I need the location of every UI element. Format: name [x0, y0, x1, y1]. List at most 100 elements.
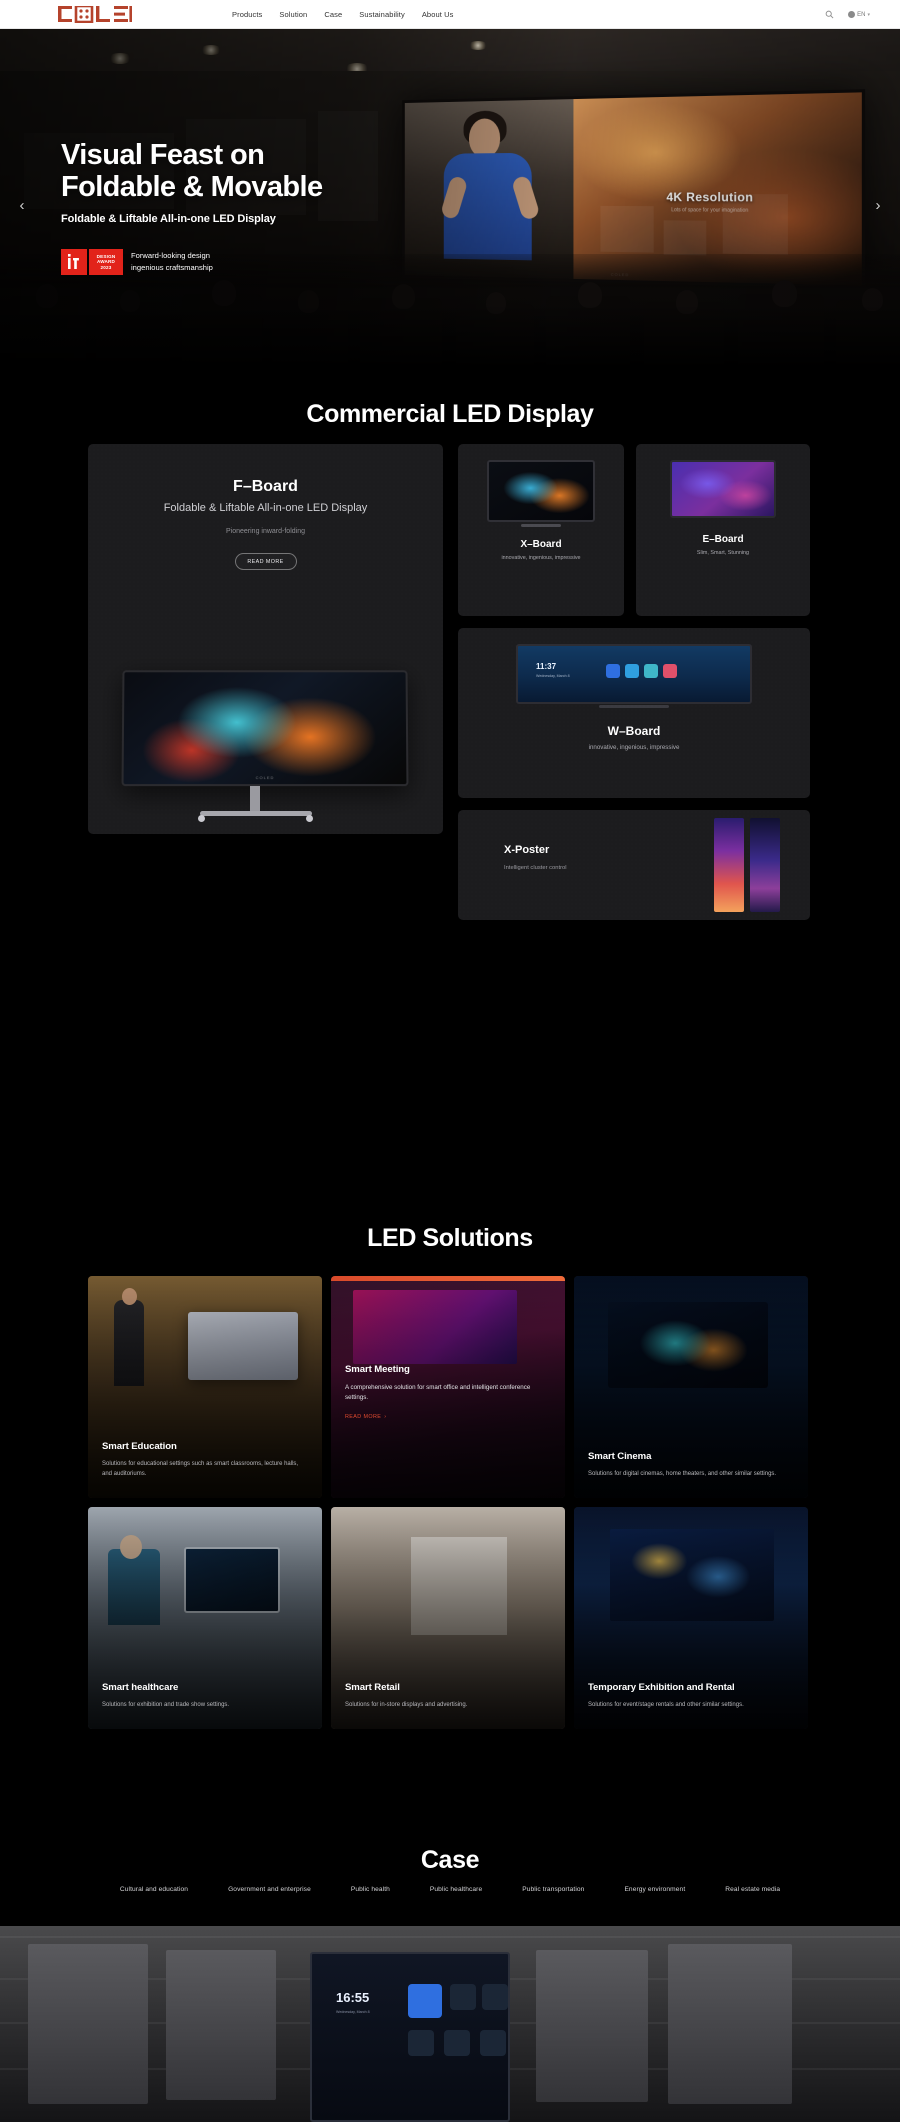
kiosk-tile — [408, 2030, 434, 2056]
f-board-device-brand: COLED — [255, 775, 275, 781]
solution-desc: Solutions for digital cinemas, home thea… — [588, 1471, 777, 1478]
case-tab-public-transportation[interactable]: Public transportation — [522, 1886, 584, 1893]
wall-panel — [668, 1944, 792, 2104]
product-card-e-board[interactable]: E–Board Slim, Smart, Stunning — [636, 444, 810, 616]
f-board-stand — [250, 786, 260, 813]
e-board-subtitle: Slim, Smart, Stunning — [696, 550, 750, 556]
solution-read-more-button[interactable]: READ MORE › — [345, 1414, 551, 1420]
case-tab-real-estate-media[interactable]: Real estate media — [725, 1886, 780, 1893]
f-board-device-image: COLED — [121, 670, 409, 825]
w-board-screen-date: Wednesday, March 8 — [536, 674, 570, 678]
solution-card-smart-cinema[interactable]: Smart Cinema Solutions for digital cinem… — [574, 1276, 808, 1498]
f-board-wheel — [306, 815, 313, 822]
case-tab-energy-environment[interactable]: Energy environment — [624, 1886, 685, 1893]
app-icon — [663, 664, 677, 678]
solution-card-smart-healthcare[interactable]: Smart healthcare Solutions for exhibitio… — [88, 1507, 322, 1729]
commercial-led-display-section: Commercial LED Display F–Board Foldable … — [0, 374, 900, 920]
carousel-next-icon[interactable]: › — [870, 197, 886, 214]
w-board-app-icons — [606, 664, 677, 678]
product-card-x-poster[interactable]: X-Poster Intelligent cluster control — [458, 810, 810, 920]
globe-icon — [848, 11, 856, 18]
case-tab-public-healthcare[interactable]: Public healthcare — [430, 1886, 482, 1893]
f-board-read-more-button[interactable]: READ MORE — [234, 553, 297, 570]
award-caption: Forward-looking design ingenious craftsm… — [131, 250, 213, 274]
solutions-grid: Smart Education Solutions for educationa… — [88, 1276, 810, 1729]
kiosk-tile — [450, 1984, 476, 2010]
solution-title: Smart Retail — [345, 1682, 400, 1694]
app-icon — [625, 664, 639, 678]
case-tab-list: Cultural and education Government and en… — [0, 1886, 900, 1893]
f-board-panel: COLED — [121, 670, 409, 787]
poster-panel — [750, 818, 780, 912]
x-poster-title: X-Poster — [504, 844, 550, 856]
solution-card-smart-meeting[interactable]: Smart Meeting A comprehensive solution f… — [331, 1276, 565, 1498]
solutions-section-title: LED Solutions — [367, 1224, 533, 1252]
product-card-f-board[interactable]: F–Board Foldable & Liftable All-in-one L… — [88, 444, 443, 834]
led-solutions-section: LED Solutions Smart Education Solutions … — [0, 1190, 900, 1790]
case-tab-government-and-enterprise[interactable]: Government and enterprise — [228, 1886, 311, 1893]
w-board-subtitle: innovative, ingenious, impressive — [588, 744, 680, 751]
carousel-prev-icon[interactable]: ‹ — [14, 197, 30, 214]
hero-title-line1: Visual Feast on — [61, 139, 265, 171]
solution-card-smart-education[interactable]: Smart Education Solutions for educationa… — [88, 1276, 322, 1498]
solution-card-temporary-exhibition-and-rental[interactable]: Temporary Exhibition and Rental Solution… — [574, 1507, 808, 1729]
kiosk-tile — [444, 2030, 470, 2056]
x-board-title: X–Board — [520, 539, 562, 550]
w-board-title: W–Board — [607, 724, 661, 738]
e-board-title: E–Board — [702, 534, 744, 545]
hero-title-line2: Foldable & Movable — [61, 171, 323, 204]
coled-logo-icon — [58, 5, 132, 23]
case-tab-public-health[interactable]: Public health — [351, 1886, 390, 1893]
solution-desc: Solutions for educational settings such … — [102, 1461, 299, 1478]
solution-copy: Smart Meeting A comprehensive solution f… — [345, 1364, 551, 1420]
f-board-base — [200, 811, 312, 816]
product-card-x-board[interactable]: X–Board innovative, ingenious, impressiv… — [458, 444, 624, 616]
award-text-block: DESIGN AWARD 2023 — [89, 248, 123, 275]
hero-title: Visual Feast on Foldable & Movable — [61, 139, 323, 204]
award-badge: DESIGN AWARD 2023 Forward-looking design… — [61, 248, 323, 275]
case-section-title: Case — [420, 1846, 480, 1874]
language-label: EN — [857, 11, 866, 18]
w-board-image: 11:37 Wednesday, March 8 — [516, 644, 752, 704]
award-marks: DESIGN AWARD 2023 — [61, 248, 123, 275]
main-nav: Products Solution Case Sustainability Ab… — [232, 0, 453, 29]
solution-desc: Solutions for exhibition and trade show … — [102, 1702, 230, 1709]
solution-title: Smart Meeting — [345, 1364, 410, 1375]
x-board-stand — [521, 524, 561, 527]
app-icon — [644, 664, 658, 678]
solution-copy: Smart Retail Solutions for in-store disp… — [345, 1682, 551, 1711]
wall-line — [0, 1936, 900, 1938]
poster-panel — [714, 818, 744, 912]
search-icon[interactable] — [825, 10, 834, 19]
nav-item-sustainability[interactable]: Sustainability — [359, 10, 405, 19]
solution-desc: Solutions for in-store displays and adve… — [345, 1702, 468, 1709]
f-board-title: F–Board — [233, 478, 298, 495]
brand-logo[interactable] — [58, 5, 132, 23]
solution-title: Temporary Exhibition and Rental — [588, 1682, 735, 1694]
nav-item-products[interactable]: Products — [232, 10, 262, 19]
nav-item-about-us[interactable]: About Us — [422, 10, 454, 19]
f-board-wheel — [198, 815, 205, 822]
nav-item-solution[interactable]: Solution — [279, 10, 307, 19]
solution-copy: Smart Cinema Solutions for digital cinem… — [588, 1451, 794, 1480]
solution-desc: A comprehensive solution for smart offic… — [345, 1384, 531, 1402]
if-glyph — [67, 254, 79, 270]
chevron-right-icon: › — [384, 1414, 387, 1421]
solution-card-smart-retail[interactable]: Smart Retail Solutions for in-store disp… — [331, 1507, 565, 1729]
kiosk-time: 16:55 — [336, 1990, 370, 2005]
hero-bottom-fade — [0, 304, 900, 374]
case-kiosk-screen: 16:55 Wednesday, March 8 — [310, 1952, 510, 2122]
product-card-w-board[interactable]: 11:37 Wednesday, March 8 W–Board innovat… — [458, 628, 810, 798]
x-poster-copy: X-Poster Intelligent cluster control — [504, 844, 567, 871]
solution-read-more-label: READ MORE — [345, 1414, 382, 1421]
solution-title: Smart Education — [102, 1441, 177, 1453]
kiosk-tile — [482, 1984, 508, 2010]
case-showcase-image: 16:55 Wednesday, March 8 — [0, 1926, 900, 2122]
if-award-icon — [61, 248, 87, 275]
case-section: Case Cultural and education Government a… — [0, 1790, 900, 2122]
nav-item-case[interactable]: Case — [324, 10, 342, 19]
award-line3: 2023 — [100, 264, 112, 270]
x-poster-images — [714, 818, 780, 912]
language-selector[interactable]: EN ▾ — [848, 11, 870, 18]
case-tab-cultural-and-education[interactable]: Cultural and education — [120, 1886, 188, 1893]
